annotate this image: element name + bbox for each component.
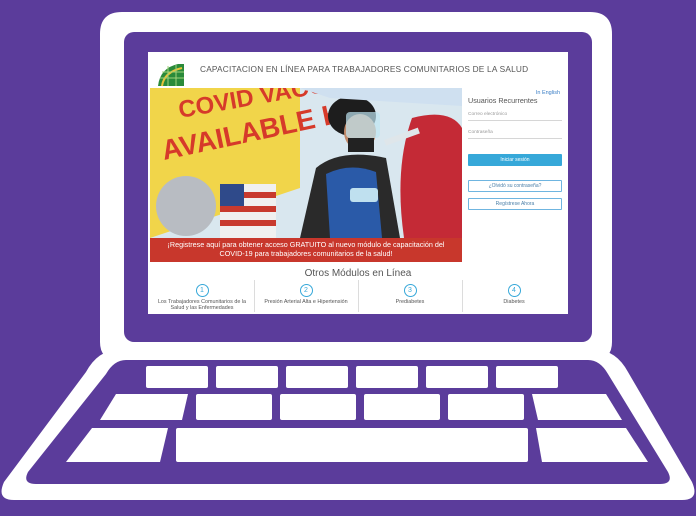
banner-line-1: ¡Registrese aquí para obtener acceso GRA… xyxy=(167,240,445,249)
register-button[interactable]: Regístrese Ahora xyxy=(468,198,562,210)
hero-image[interactable]: COVID VACCINE AVAILABLE H ¡Registrese aq… xyxy=(150,88,462,262)
module-label: Los Trabajadores Comunitarios de la Salu… xyxy=(157,299,247,312)
divider xyxy=(358,280,359,312)
module-label: Diabetes xyxy=(503,299,525,305)
module-label: Presión Arterial Alta e Hipertensión xyxy=(264,299,348,305)
modules-title: Otros Módulos en Línea xyxy=(304,268,412,279)
browser-screen: CAPACITACION EN LÍNEA PARA TRABAJADORES … xyxy=(148,52,568,314)
divider xyxy=(254,280,255,312)
module-number: 1 xyxy=(195,284,209,297)
module-label: Prediabetes xyxy=(395,299,425,305)
module-number: 4 xyxy=(507,284,521,297)
banner-line-2: COVID-19 para trabajadores comunitarios … xyxy=(219,249,393,258)
login-sidebar: In English Usuarios Recurrentes Correo e… xyxy=(464,88,566,262)
module-number: 3 xyxy=(403,284,417,297)
forgot-password-button[interactable]: ¿Olvidó su contraseña? xyxy=(468,180,562,192)
module-card[interactable]: 1 Los Trabajadores Comunitarios de la Sa… xyxy=(152,284,252,311)
module-number: 2 xyxy=(299,284,313,297)
globe-logo-icon xyxy=(156,60,186,88)
registration-banner[interactable]: ¡Registrese aquí para obtener acceso GRA… xyxy=(150,238,462,262)
divider xyxy=(462,280,463,312)
site-title: CAPACITACION EN LÍNEA PARA TRABAJADORES … xyxy=(200,64,529,74)
module-card[interactable]: 2 Presión Arterial Alta e Hipertensión xyxy=(256,284,356,305)
password-field[interactable]: Contraseña xyxy=(468,128,562,139)
returning-users-heading: Usuarios Recurrentes xyxy=(468,96,538,105)
key xyxy=(146,366,208,388)
vaccination-photo: COVID VACCINE AVAILABLE H xyxy=(150,88,462,238)
email-field[interactable]: Correo electrónico xyxy=(468,110,562,121)
language-link[interactable]: In English xyxy=(536,90,560,96)
module-card[interactable]: 3 Prediabetes xyxy=(360,284,460,305)
login-button[interactable]: Iniciar sesión xyxy=(468,154,562,166)
module-card[interactable]: 4 Diabetes xyxy=(464,284,564,305)
